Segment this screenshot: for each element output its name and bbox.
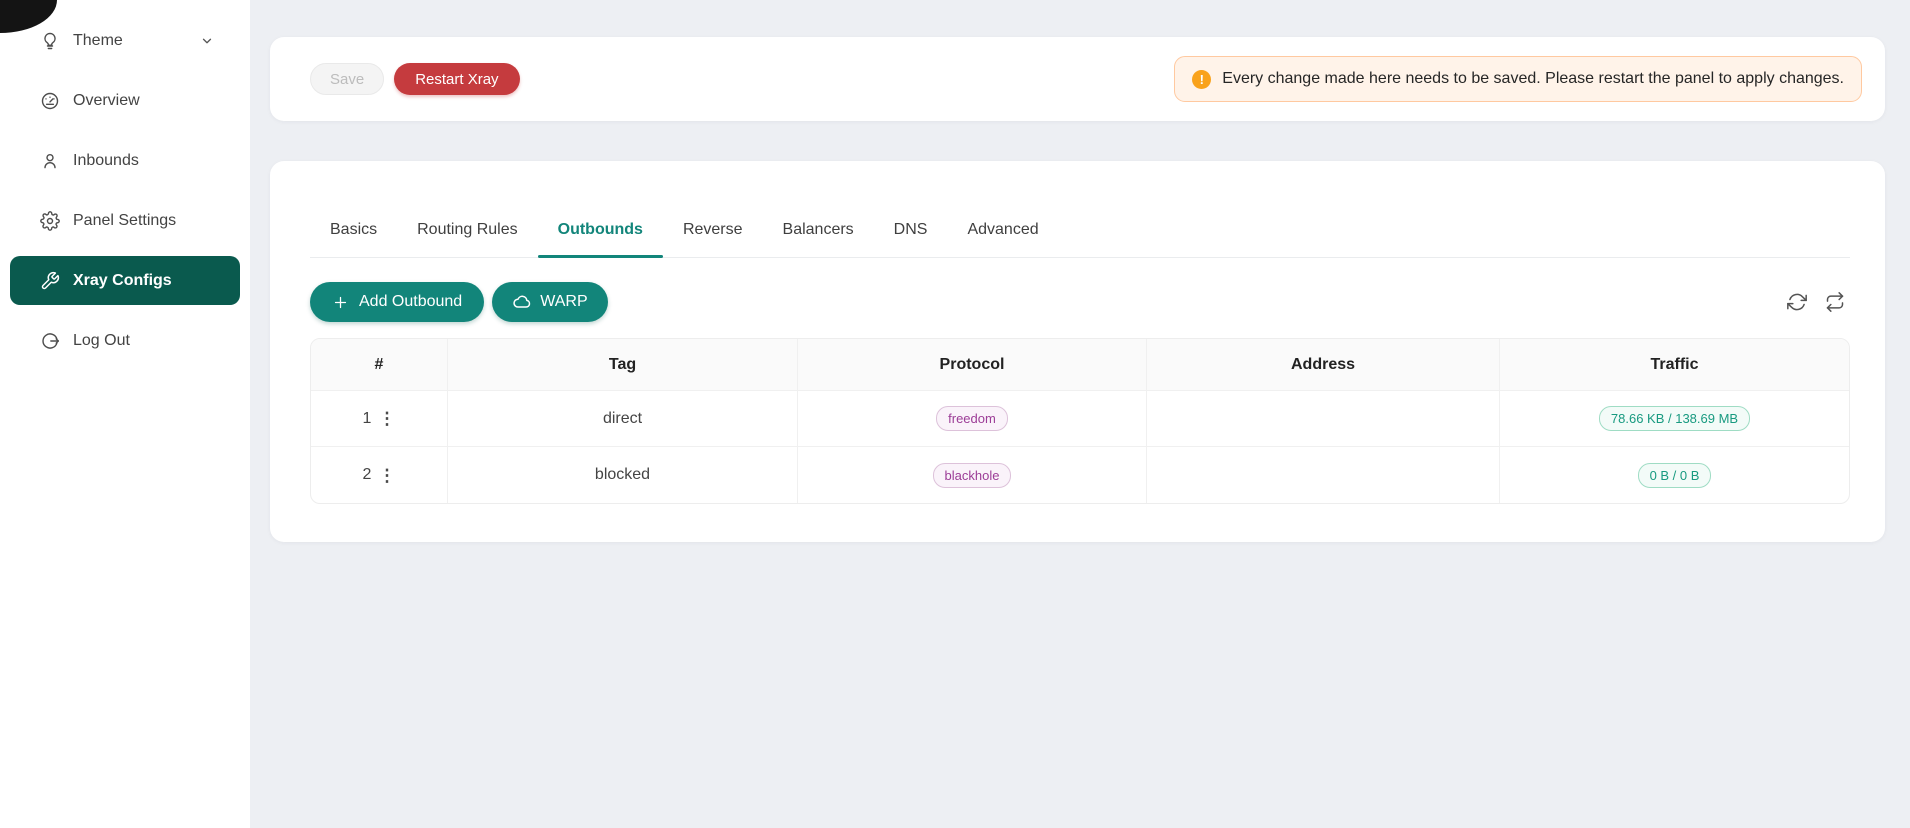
header-protocol: Protocol: [798, 339, 1147, 391]
restart-xray-button[interactable]: Restart Xray: [394, 63, 519, 95]
protocol-badge: blackhole: [933, 463, 1012, 488]
app-root: Theme Overview Inbounds: [0, 0, 1910, 828]
toolbar-buttons: Save Restart Xray: [310, 63, 520, 95]
traffic-badge: 78.66 KB / 138.69 MB: [1599, 406, 1750, 431]
row-menu-icon[interactable]: ⋮: [378, 410, 395, 427]
table-header-row: # Tag Protocol Address Traffic: [311, 339, 1849, 391]
sidebar-item-xray-configs[interactable]: Xray Configs: [10, 256, 240, 305]
row-number: 2: [363, 466, 372, 484]
gear-icon: [40, 211, 60, 231]
repeat-icon[interactable]: [1825, 292, 1845, 312]
protocol-badge: freedom: [936, 406, 1008, 431]
sidebar-item-theme[interactable]: Theme: [10, 16, 240, 65]
warp-button[interactable]: WARP: [492, 282, 607, 322]
sidebar-item-label: Theme: [73, 32, 123, 50]
cloud-icon: [512, 292, 532, 312]
traffic-badge: 0 B / 0 B: [1638, 463, 1712, 488]
tab-routing-rules[interactable]: Routing Rules: [397, 205, 538, 257]
plus-icon: [332, 294, 349, 311]
row-menu-icon[interactable]: ⋮: [378, 467, 395, 484]
toolbar-card: Save Restart Xray ! Every change made he…: [270, 37, 1885, 121]
sidebar-item-overview[interactable]: Overview: [10, 76, 240, 125]
user-icon: [40, 151, 60, 171]
tab-balancers[interactable]: Balancers: [763, 205, 874, 257]
bulb-icon: [40, 31, 60, 51]
sidebar-item-inbounds[interactable]: Inbounds: [10, 136, 240, 185]
actions-row: Add Outbound WARP: [310, 282, 1850, 322]
table-row: 2 ⋮ blocked blackhole 0 B / 0 B: [311, 447, 1849, 503]
sidebar-item-label: Inbounds: [73, 152, 139, 170]
header-address: Address: [1147, 339, 1500, 391]
warning-icon: !: [1192, 70, 1211, 89]
chevron-down-icon[interactable]: [200, 34, 214, 48]
tab-outbounds[interactable]: Outbounds: [538, 205, 663, 257]
tab-dns[interactable]: DNS: [874, 205, 948, 257]
address-cell: [1147, 391, 1500, 447]
wrench-icon: [40, 271, 60, 291]
sidebar: Theme Overview Inbounds: [0, 0, 250, 828]
tab-reverse[interactable]: Reverse: [663, 205, 763, 257]
row-number: 1: [363, 410, 372, 428]
tab-basics[interactable]: Basics: [310, 205, 397, 257]
sidebar-item-label: Overview: [73, 92, 140, 110]
save-button[interactable]: Save: [310, 63, 384, 95]
tag-cell: blocked: [448, 447, 798, 503]
dashboard-icon: [40, 91, 60, 111]
add-outbound-label: Add Outbound: [359, 293, 462, 311]
address-cell: [1147, 447, 1500, 503]
sidebar-item-label: Panel Settings: [73, 212, 176, 230]
tag-cell: direct: [448, 391, 798, 447]
add-outbound-button[interactable]: Add Outbound: [310, 282, 484, 322]
sidebar-item-panel-settings[interactable]: Panel Settings: [10, 196, 240, 245]
sidebar-nav: Theme Overview Inbounds: [0, 0, 250, 365]
outbounds-table: # Tag Protocol Address Traffic 1 ⋮ direc…: [310, 338, 1850, 504]
sidebar-item-label: Xray Configs: [73, 272, 172, 290]
sidebar-item-label: Log Out: [73, 332, 130, 350]
warning-alert-text: Every change made here needs to be saved…: [1222, 70, 1844, 88]
warp-label: WARP: [540, 293, 587, 311]
header-tag: Tag: [448, 339, 798, 391]
tab-advanced[interactable]: Advanced: [947, 205, 1058, 257]
xray-config-card: Basics Routing Rules Outbounds Reverse B…: [270, 161, 1885, 542]
sidebar-item-log-out[interactable]: Log Out: [10, 316, 240, 365]
main-content: Save Restart Xray ! Every change made he…: [250, 0, 1910, 828]
header-number: #: [311, 339, 448, 391]
header-traffic: Traffic: [1500, 339, 1849, 391]
logout-icon: [40, 331, 60, 351]
table-row: 1 ⋮ direct freedom 78.66 KB / 138.69 MB: [311, 391, 1849, 447]
refresh-icon[interactable]: [1787, 292, 1807, 312]
tabs-bar: Basics Routing Rules Outbounds Reverse B…: [310, 205, 1850, 258]
warning-alert: ! Every change made here needs to be sav…: [1174, 56, 1862, 102]
